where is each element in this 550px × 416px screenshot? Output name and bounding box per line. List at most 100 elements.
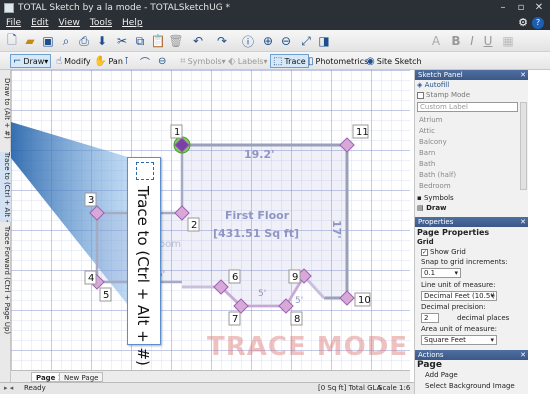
show-grid-checkbox[interactable]: ✓ (421, 248, 428, 256)
select-background-image-action[interactable]: Select Background Image (425, 382, 515, 390)
copy-icon[interactable]: ⧉ (132, 33, 148, 49)
trace-to-tab[interactable]: Trace to (Ctrl + Alt + #) (0, 152, 11, 222)
vertex-label: 3 (84, 192, 97, 207)
trace-forward-tab[interactable]: Trace Forward (Ctrl + Page Up) (0, 226, 11, 346)
symbols-button[interactable]: ⌗ Symbols ▾ (178, 54, 228, 68)
area-name: First Floor (225, 209, 290, 222)
dimension-top: 19.2' (244, 148, 275, 161)
bold-icon[interactable]: B (448, 33, 464, 49)
draw-to-tab[interactable]: Draw to (Alt + #) (0, 78, 11, 146)
menu-edit[interactable]: Edit (31, 18, 48, 28)
area-unit-label: Area unit of measure: (421, 325, 497, 333)
tooltip-text: Trace to (Ctrl + Alt + #) (134, 186, 152, 366)
close-button[interactable]: ✕ (530, 1, 548, 15)
modify-button[interactable]: ☝ Modify (54, 54, 93, 68)
gear-icon[interactable]: ⚙ (518, 16, 528, 30)
draw-section[interactable]: ▤ Draw (417, 204, 447, 212)
close-icon[interactable]: ✕ (520, 70, 526, 80)
new-document-icon[interactable]: 🗋 (4, 33, 20, 49)
info-icon[interactable]: ⓘ (240, 33, 256, 49)
print-preview-icon[interactable]: ⌕ (58, 33, 74, 49)
page-properties-title: Page Properties (417, 228, 490, 237)
sketch-canvas[interactable]: 19.2' 17' 5' 5' 5' First Floor [431.51 S… (11, 70, 410, 370)
minimize-button[interactable]: – (494, 1, 512, 15)
delete-icon[interactable]: 🗑 (168, 33, 184, 49)
save-icon[interactable]: ▣ (40, 33, 56, 49)
list-item-atrium[interactable]: Atrium (417, 115, 518, 125)
close-icon[interactable]: ✕ (520, 350, 526, 360)
status-gla: [0 Sq ft] Total GLA (318, 384, 382, 392)
menu-file[interactable]: File (6, 18, 21, 28)
pan-button[interactable]: ✋ Pan (92, 54, 125, 68)
open-folder-icon[interactable]: ▰ (22, 33, 38, 49)
vertex-number: 9 (292, 272, 298, 283)
vertex-label: 2 (187, 217, 200, 232)
help-icon[interactable]: ? (532, 17, 544, 29)
underline-icon[interactable]: U (480, 33, 496, 49)
close-icon[interactable]: ✕ (520, 217, 526, 227)
wall-tool-button[interactable]: ⊺ (122, 54, 133, 68)
status-bar: ▸ ◂ Ready [0 Sq ft] Total GLA Scale 1:6 (0, 382, 414, 394)
symbols-section[interactable]: ▪ Symbols (417, 194, 454, 202)
vertex-label: 1 (170, 124, 183, 139)
vertex-label: 11 (352, 124, 369, 139)
right-panel: Sketch Panel ✕ ◈ Autofill Stamp Mode Cus… (414, 70, 529, 394)
custom-label-input[interactable]: Custom Label (417, 102, 518, 112)
line-unit-select[interactable]: Decimal Feet (10.5') ▾ (421, 291, 497, 301)
menu-tools[interactable]: Tools (90, 18, 112, 28)
menu-view[interactable]: View (59, 18, 80, 28)
list-item-bedroom[interactable]: Bedroom (417, 181, 518, 188)
maximize-button[interactable]: ▫ (512, 1, 530, 15)
area-unit-select[interactable]: Square Feet ▾ (421, 335, 497, 345)
labels-button[interactable]: ⬖ Labels ▾ (226, 54, 269, 68)
decimal-suffix: decimal places (457, 314, 510, 322)
decimal-precision-stepper[interactable]: 2 (421, 313, 439, 323)
vertex-label: 5 (99, 287, 112, 302)
zoom-out-icon[interactable]: ⊖ (278, 33, 294, 49)
menu-bar: File Edit View Tools Help ⚙ ? (0, 16, 550, 30)
snap-select[interactable]: 0.1 ▾ (421, 268, 461, 278)
redo-icon[interactable]: ↷ (214, 33, 230, 49)
text-effects-icon[interactable]: ▦ (500, 33, 516, 49)
paste-icon[interactable]: 📋 (150, 33, 166, 49)
trace-button[interactable]: ⬚ Trace (270, 54, 309, 68)
list-item-bath[interactable]: Bath (417, 159, 518, 169)
add-page-action[interactable]: Add Page (425, 371, 458, 379)
list-scrollbar[interactable] (520, 102, 527, 190)
circle-tool-button[interactable]: ⊖ (156, 54, 170, 68)
list-item-balcony[interactable]: Balcony (417, 137, 518, 147)
photometrics-button[interactable]: ▯ Photometrics (306, 54, 370, 68)
autofill-icon: ◈ (417, 81, 425, 89)
page-tab-new[interactable]: New Page (59, 372, 104, 382)
stamp-mode-checkbox[interactable] (417, 91, 424, 99)
wall-icon: ⊺ (124, 55, 130, 67)
sketch-panel-header: Sketch Panel ✕ (415, 70, 529, 80)
status-icons: ▸ ◂ (4, 384, 14, 392)
show-grid-option[interactable]: ✓ Show Grid (421, 248, 466, 256)
cut-icon[interactable]: ✂ (114, 33, 130, 49)
zoom-in-icon[interactable]: ⊕ (260, 33, 276, 49)
photometrics-icon: ▯ (308, 55, 314, 67)
list-item-attic[interactable]: Attic (417, 126, 518, 136)
vertex-number: 3 (88, 195, 94, 206)
download-icon[interactable]: ⬇ (94, 33, 110, 49)
line-unit-label: Line unit of measure: (421, 281, 496, 289)
arc-tool-button[interactable]: ⌒ (138, 54, 154, 69)
italic-icon[interactable]: I (464, 33, 480, 49)
list-item-bath-half[interactable]: Bath (half) (417, 170, 518, 180)
text-color-icon[interactable]: A (428, 33, 444, 49)
menu-help[interactable]: Help (122, 18, 143, 28)
site-sketch-button[interactable]: ◉ Site Sketch (364, 54, 424, 68)
undo-icon[interactable]: ↶ (190, 33, 206, 49)
stamp-mode-option[interactable]: Stamp Mode (417, 91, 470, 99)
print-icon[interactable]: ⎙ (76, 33, 92, 49)
fit-to-screen-icon[interactable]: ⤢ (298, 33, 314, 49)
vertex-number: 11 (356, 127, 369, 138)
list-item-barn[interactable]: Barn (417, 148, 518, 158)
vertex-label: 10 (354, 292, 371, 307)
draw-button[interactable]: ⌐ Draw ▾ (10, 54, 52, 68)
actions-section-title: Page (417, 360, 442, 370)
autofill-option[interactable]: ◈ Autofill (417, 81, 449, 89)
toggle-panel-icon[interactable]: ◨ (316, 33, 332, 49)
dimension-bottom-2: 5' (295, 296, 303, 306)
